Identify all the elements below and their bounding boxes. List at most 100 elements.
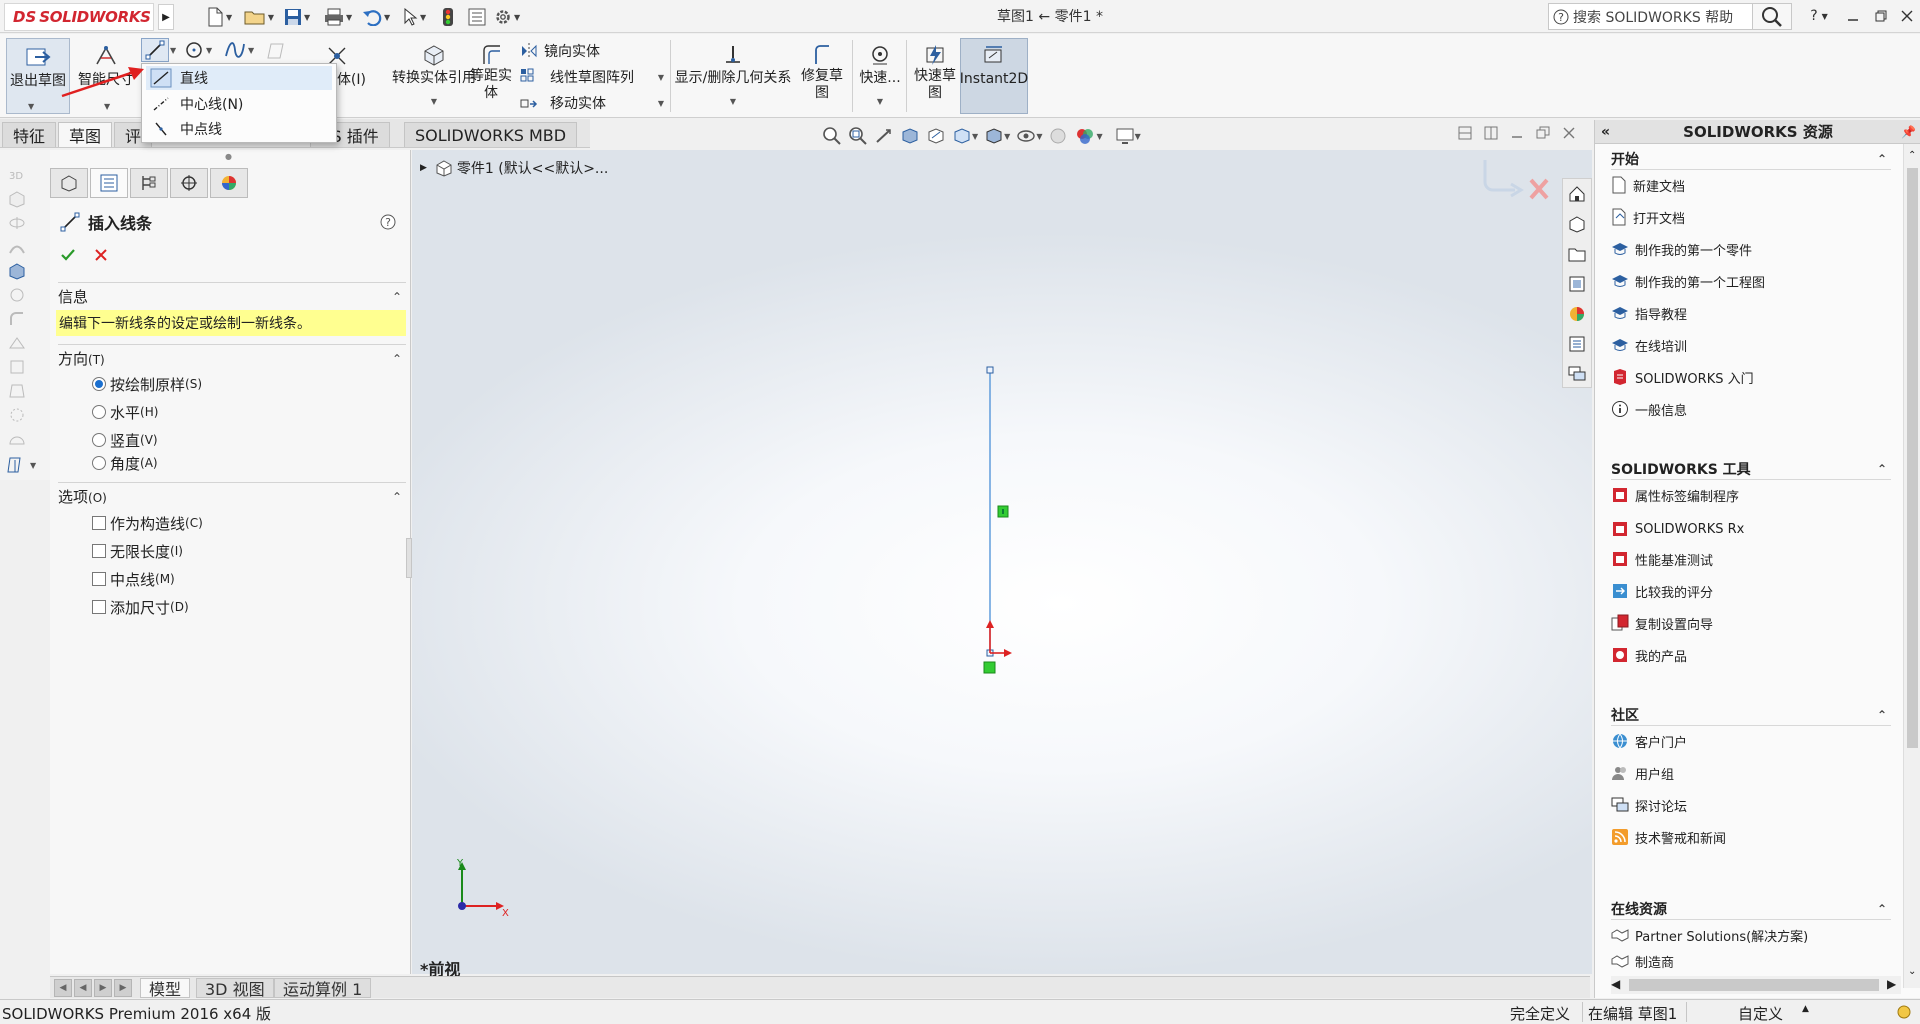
- link-discussion-forum[interactable]: 探讨论坛: [1611, 794, 1687, 816]
- loft-tool[interactable]: [6, 284, 28, 306]
- edit-appearance-icon[interactable]: [1048, 126, 1068, 146]
- wrap-tool[interactable]: [6, 404, 28, 426]
- radio-as-sketched[interactable]: 按绘制原样 (S): [92, 373, 202, 395]
- tab-design-library[interactable]: [1566, 213, 1588, 235]
- expand-arrow-icon[interactable]: ▶: [420, 163, 427, 173]
- tab-view-palette[interactable]: [1566, 273, 1588, 295]
- dynamic-annotation-icon[interactable]: [926, 126, 946, 146]
- line-endpoint[interactable]: [986, 366, 994, 374]
- link-tutorials[interactable]: 指导教程: [1611, 302, 1687, 324]
- section-get-started-header[interactable]: 开始 ⌃: [1611, 148, 1891, 170]
- section-community-header[interactable]: 社区 ⌃: [1611, 704, 1891, 726]
- rapid-sketch-button[interactable]: 快速草 图: [910, 38, 960, 114]
- tab-features[interactable]: 特征: [2, 122, 57, 147]
- rebuild-status-icon[interactable]: [1896, 1004, 1914, 1020]
- radio-button[interactable]: [92, 405, 106, 419]
- shell-tool[interactable]: [6, 332, 28, 354]
- units-selector[interactable]: 自定义: [1738, 1003, 1783, 1024]
- menu-item-line[interactable]: 直线: [146, 66, 332, 90]
- rib-tool[interactable]: [6, 356, 28, 378]
- tab-forum[interactable]: [1566, 363, 1588, 385]
- checkbox-construction[interactable]: 作为构造线 (C): [92, 512, 203, 534]
- part-tool[interactable]: [6, 260, 28, 282]
- quick-snaps-button[interactable]: 快速... ▼: [856, 38, 904, 114]
- link-property-tab-builder[interactable]: 属性标签编制程序: [1611, 484, 1739, 506]
- tab-file-explorer[interactable]: [1566, 243, 1588, 265]
- tab-dimxpert[interactable]: [170, 168, 208, 198]
- minimize-button[interactable]: [1842, 6, 1864, 26]
- section-info-header[interactable]: 信息 ⌃: [58, 282, 406, 306]
- link-general-info[interactable]: 一般信息: [1611, 398, 1687, 420]
- save-button[interactable]: ▼: [284, 6, 314, 28]
- link-first-drawing[interactable]: 制作我的第一个工程图: [1611, 270, 1765, 292]
- tab-custom-properties[interactable]: [1566, 333, 1588, 355]
- section-tools-header[interactable]: SOLIDWORKS 工具 ⌃: [1611, 458, 1891, 480]
- 3d-sketch-tool[interactable]: 3D: [6, 164, 28, 186]
- tile-horizontal-icon[interactable]: [1458, 126, 1472, 140]
- tab-model[interactable]: 模型: [140, 978, 191, 999]
- display-delete-relations-button[interactable]: 显示/删除几何关系 ▼: [674, 38, 792, 114]
- zoom-to-area-icon[interactable]: [848, 126, 868, 146]
- tab-sketch[interactable]: 草图: [58, 122, 113, 147]
- next-tab-icon[interactable]: ▶: [94, 979, 112, 997]
- section-view-icon[interactable]: [900, 126, 920, 146]
- restore-button[interactable]: [1870, 6, 1892, 26]
- close-button[interactable]: [1896, 6, 1918, 26]
- dome-tool[interactable]: [6, 428, 28, 450]
- hide-show-icon[interactable]: [1016, 126, 1036, 146]
- previous-view-icon[interactable]: [874, 126, 894, 146]
- link-new-document[interactable]: 新建文档: [1611, 174, 1685, 196]
- link-first-part[interactable]: 制作我的第一个零件: [1611, 238, 1752, 260]
- checkbox[interactable]: [92, 544, 106, 558]
- sketch-canvas[interactable]: [412, 150, 1592, 974]
- print-button[interactable]: ▼: [324, 6, 354, 28]
- tab-mbd[interactable]: SOLIDWORKS MBD: [404, 122, 578, 147]
- tab-configuration-manager[interactable]: [130, 168, 168, 198]
- checkbox-infinite-length[interactable]: 无限长度 (I): [92, 540, 183, 562]
- collapse-pane-icon[interactable]: «: [1601, 124, 1610, 140]
- tab-resources[interactable]: [1566, 183, 1588, 205]
- tab-motion-study[interactable]: 运动算例 1: [274, 978, 372, 999]
- section-orientation-header[interactable]: 方向(T) ⌃: [58, 344, 406, 368]
- link-performance-benchmark[interactable]: 性能基准测试: [1611, 548, 1713, 570]
- horizontal-scrollbar[interactable]: ◀ ▶: [1611, 976, 1901, 994]
- view-orientation-icon[interactable]: [952, 126, 972, 146]
- pin-icon[interactable]: 📌: [1901, 125, 1916, 139]
- draft-tool[interactable]: [6, 380, 28, 402]
- open-button[interactable]: ▼: [244, 6, 274, 28]
- sweep-tool[interactable]: [6, 236, 28, 258]
- link-customer-portal[interactable]: 客户门户: [1611, 730, 1687, 752]
- viewport-close-icon[interactable]: [1562, 126, 1576, 140]
- checkbox-midpoint-line[interactable]: 中点线 (M): [92, 568, 175, 590]
- search-button[interactable]: [1752, 3, 1792, 30]
- tab-display-manager[interactable]: [210, 168, 248, 198]
- tab-appearances[interactable]: [1566, 303, 1588, 325]
- select-button[interactable]: ▼: [402, 6, 432, 28]
- menu-item-midpoint-line[interactable]: 中点线: [146, 117, 332, 141]
- checkbox[interactable]: [92, 572, 106, 586]
- options-button[interactable]: ▼: [494, 6, 524, 28]
- first-tab-icon[interactable]: ◀: [54, 979, 72, 997]
- help-menu-button[interactable]: ? ▼: [1808, 6, 1830, 26]
- flyout-feature-tree[interactable]: ▶ 零件1 (默认<<默认>...: [420, 158, 608, 178]
- link-copy-settings-wizard[interactable]: 复制设置向导: [1611, 612, 1713, 634]
- mirror-entities-button[interactable]: 镜向实体: [520, 40, 600, 62]
- viewport-minimize-icon[interactable]: [1510, 126, 1524, 140]
- link-user-groups[interactable]: 用户组: [1611, 762, 1674, 784]
- checkbox[interactable]: [92, 600, 106, 614]
- link-introducing-solidworks[interactable]: SOLIDWORKS 入门: [1611, 366, 1754, 388]
- radio-horizontal[interactable]: 水平 (H): [92, 401, 158, 423]
- extrude-tool[interactable]: [6, 188, 28, 210]
- checkbox-add-dimensions[interactable]: 添加尺寸 (D): [92, 596, 189, 618]
- reference-geometry-tool[interactable]: ▼: [6, 454, 46, 476]
- new-document-button[interactable]: ▼: [206, 6, 236, 28]
- link-my-products[interactable]: 我的产品: [1611, 644, 1687, 666]
- fillet-tool[interactable]: [6, 308, 28, 330]
- radio-button[interactable]: [92, 456, 106, 470]
- scene-icon[interactable]: [1074, 126, 1096, 146]
- repair-sketch-button[interactable]: 修复草 图: [796, 38, 848, 114]
- tab-property-manager[interactable]: [90, 168, 128, 198]
- linear-pattern-button[interactable]: 线性草图阵列 ▼: [520, 66, 664, 88]
- viewport-restore-icon[interactable]: [1536, 126, 1550, 140]
- radio-button[interactable]: [92, 377, 106, 391]
